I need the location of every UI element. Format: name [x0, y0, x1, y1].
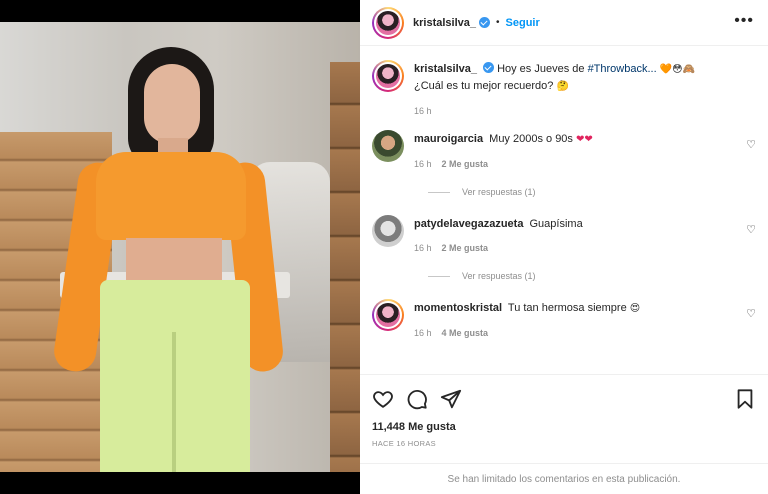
- view-replies-label: Ver respuestas (1): [462, 271, 536, 281]
- comment-item: patydelavegazazueta Guapísima 16 h 2 Me …: [360, 215, 768, 253]
- replies-divider: [428, 275, 450, 277]
- midriff: [126, 238, 222, 286]
- comment-like-heart-icon[interactable]: ♡: [746, 307, 756, 320]
- comment-text: Muy 2000s o 90s: [489, 133, 573, 145]
- comment-icon[interactable]: [406, 388, 428, 410]
- comment-time[interactable]: 16 h: [414, 243, 432, 253]
- caption-time[interactable]: 16 h: [414, 106, 432, 116]
- comment-likes[interactable]: 2 Me gusta: [442, 243, 489, 253]
- separator-dot: •: [496, 17, 500, 28]
- comment-like-heart-icon[interactable]: ♡: [746, 223, 756, 236]
- hashtag-link[interactable]: #Throwback...: [588, 63, 657, 75]
- caption-second-line: ¿Cuál es tu mejor recuerdo?: [414, 80, 554, 92]
- view-replies-label: Ver respuestas (1): [462, 187, 536, 197]
- replies-divider: [428, 191, 450, 193]
- orange-shirt: [96, 152, 246, 240]
- verified-badge-icon: [483, 62, 494, 73]
- pants-seam: [172, 332, 176, 472]
- posted-time[interactable]: HACE 16 HORAS: [360, 433, 768, 448]
- author-avatar[interactable]: [372, 6, 404, 39]
- heart-icon[interactable]: [372, 388, 394, 410]
- comment-likes[interactable]: 2 Me gusta: [442, 159, 489, 169]
- likes-count[interactable]: 11,448 Me gusta: [360, 415, 768, 433]
- comment-item: momentoskristal Tu tan hermosa siempre 😍…: [360, 299, 768, 338]
- caption-text: Hoy es Jueves de: [497, 63, 588, 75]
- bookmark-icon[interactable]: [734, 388, 756, 410]
- comment-time[interactable]: 16 h: [414, 159, 432, 169]
- heart-eyes-emoji: 😍: [629, 303, 641, 314]
- comment-like-heart-icon[interactable]: ♡: [746, 138, 756, 151]
- paper-plane-icon[interactable]: [440, 388, 462, 410]
- post-photo-scene: [0, 22, 360, 472]
- comment-time[interactable]: 16 h: [414, 328, 432, 338]
- comment-text: Tu tan hermosa siempre: [507, 302, 627, 314]
- caption-username[interactable]: kristalsilva_: [414, 63, 477, 75]
- wood-shelf: [330, 62, 360, 472]
- commenter-avatar[interactable]: [372, 299, 404, 331]
- follow-button[interactable]: Seguir: [506, 17, 540, 29]
- caption: kristalsilva_ Hoy es Jueves de #Throwbac…: [360, 60, 768, 116]
- face: [144, 64, 200, 144]
- comments-list[interactable]: kristalsilva_ Hoy es Jueves de #Throwbac…: [360, 47, 768, 373]
- commenter-username[interactable]: patydelavegazazueta: [414, 218, 523, 230]
- post-actions: 11,448 Me gusta HACE 16 HORAS Se han lim…: [360, 374, 768, 494]
- more-options-icon[interactable]: •••: [734, 13, 754, 29]
- view-replies-button[interactable]: Ver respuestas (1): [428, 187, 768, 197]
- person-figure: [51, 42, 285, 472]
- commenter-avatar[interactable]: [372, 215, 404, 247]
- comment-item: mauroigarcia Muy 2000s o 90s ❤❤ 16 h 2 M…: [360, 130, 768, 169]
- thinking-emoji: 🤔: [556, 81, 569, 92]
- caption-avatar[interactable]: [372, 60, 404, 92]
- commenter-username[interactable]: momentoskristal: [414, 302, 502, 314]
- post-header: kristalsilva_ • Seguir •••: [360, 0, 768, 46]
- post-image[interactable]: [0, 0, 360, 494]
- author-username[interactable]: kristalsilva_: [413, 17, 476, 29]
- comment-likes[interactable]: 4 Me gusta: [442, 328, 489, 338]
- verified-badge-icon: [479, 17, 490, 28]
- heart-emojis: ❤❤: [576, 134, 593, 145]
- post-side-panel: kristalsilva_ • Seguir ••• kristalsilva_…: [360, 0, 768, 494]
- view-replies-button[interactable]: Ver respuestas (1): [428, 271, 768, 281]
- comments-limited-notice: Se han limitado los comentarios en esta …: [360, 463, 768, 494]
- comment-text: Guapísima: [529, 218, 583, 230]
- commenter-avatar[interactable]: [372, 130, 404, 162]
- caption-emojis: 🧡😳🙈: [659, 64, 696, 75]
- commenter-username[interactable]: mauroigarcia: [414, 133, 483, 145]
